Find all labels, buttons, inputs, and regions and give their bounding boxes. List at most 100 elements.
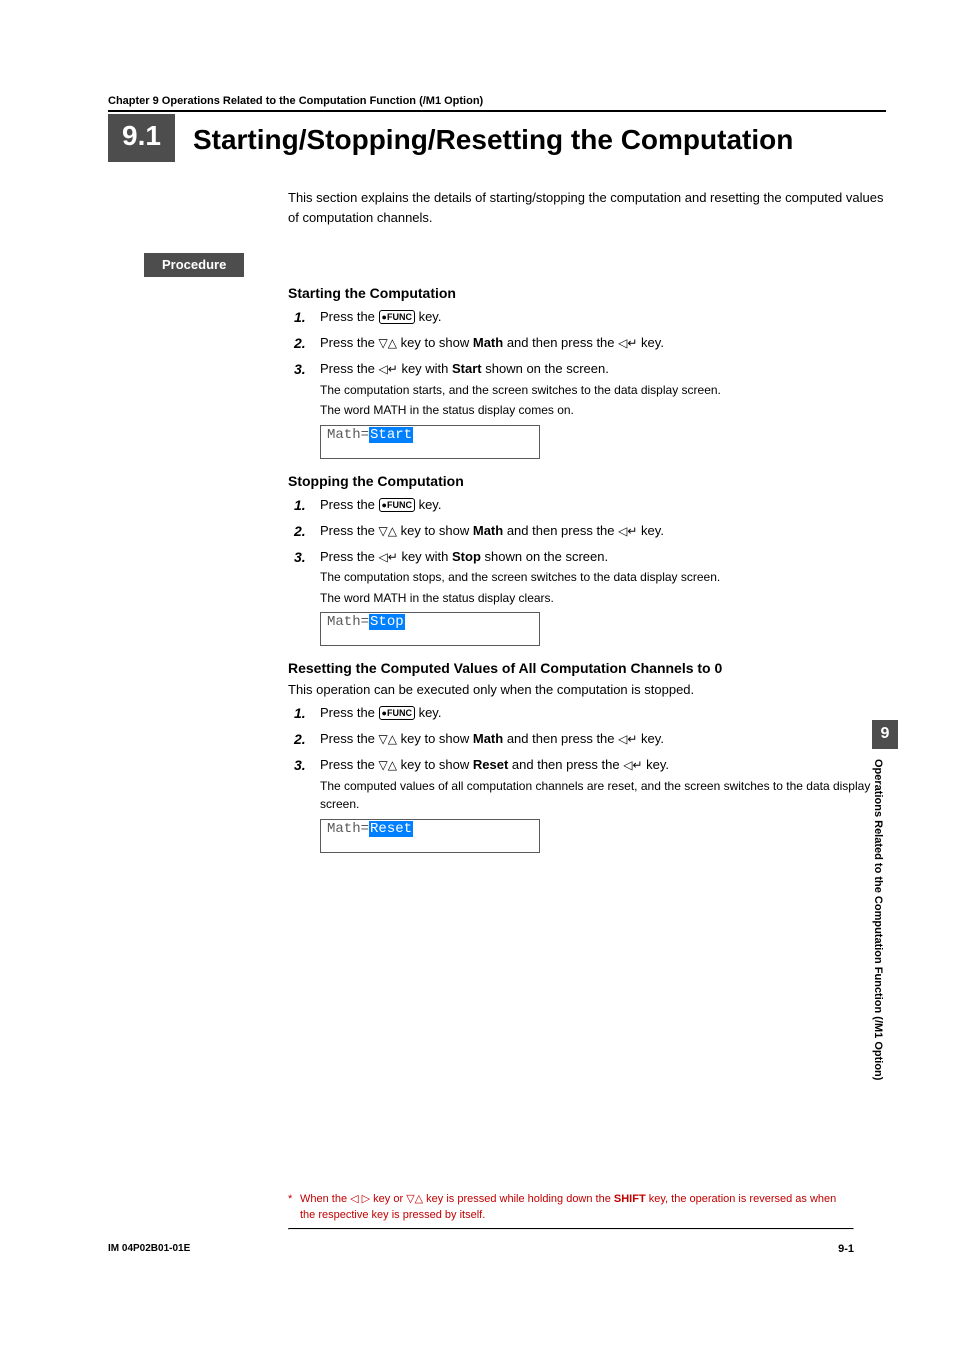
step-number: 3. — [288, 755, 320, 814]
down-up-key-icon: ▽△ — [379, 758, 397, 772]
step-text: and then press the — [503, 335, 618, 350]
list-item: 2. Press the ▽△ key to show Math and the… — [288, 521, 886, 542]
list-item: 1. Press the ●FUNC key. — [288, 703, 886, 724]
stopping-heading: Stopping the Computation — [288, 473, 886, 489]
step-text: key. — [415, 705, 442, 720]
starting-heading: Starting the Computation — [288, 285, 886, 301]
footer-doc-id: IM 04P02B01-01E — [108, 1243, 190, 1255]
step-text: Press the — [320, 497, 379, 512]
procedure-row: Procedure — [108, 253, 886, 277]
step-number: 1. — [288, 703, 320, 724]
footnote-bold: SHIFT — [614, 1193, 646, 1205]
step-text: key with — [398, 361, 452, 376]
procedure-label: Procedure — [144, 253, 244, 277]
enter-key-icon: ◁↵ — [618, 732, 637, 746]
step-bold: Start — [452, 361, 482, 376]
step-text: shown on the screen. — [481, 549, 608, 564]
section-title-row: 9.1 Starting/Stopping/Resetting the Comp… — [108, 114, 886, 162]
step-note: The word MATH in the status display clea… — [320, 589, 886, 608]
step-text: key to show — [397, 731, 473, 746]
step-bold: Math — [473, 523, 503, 538]
display-box-start: Math=Start — [320, 425, 540, 459]
list-item: 1. Press the ●FUNC key. — [288, 307, 886, 328]
down-up-key-icon: ▽△ — [379, 732, 397, 746]
list-item: 3. Press the ◁↵ key with Start shown on … — [288, 359, 886, 420]
list-item: 3. Press the ▽△ key to show Reset and th… — [288, 755, 886, 814]
step-text: Press the — [320, 309, 379, 324]
display-prefix: Math= — [327, 614, 369, 630]
side-tab-number: 9 — [872, 720, 898, 749]
display-value: Reset — [369, 821, 413, 837]
stopping-steps: 1. Press the ●FUNC key. 2. Press the ▽△ … — [288, 495, 886, 608]
step-text: Press the — [320, 757, 379, 772]
step-note: The computation starts, and the screen s… — [320, 381, 886, 400]
step-text: key. — [637, 335, 664, 350]
list-item: 3. Press the ◁↵ key with Stop shown on t… — [288, 547, 886, 608]
enter-key-icon: ◁↵ — [379, 362, 398, 376]
left-right-key-icon: ◁ ▷ — [350, 1193, 370, 1205]
chapter-header: Chapter 9 Operations Related to the Comp… — [108, 95, 886, 112]
footnote-asterisk: * — [288, 1192, 300, 1223]
resetting-steps: 1. Press the ●FUNC key. 2. Press the ▽△ … — [288, 703, 886, 814]
step-note: The word MATH in the status display come… — [320, 401, 886, 420]
list-item: 2. Press the ▽△ key to show Math and the… — [288, 333, 886, 354]
step-text: key. — [643, 757, 670, 772]
step-note: The computation stops, and the screen sw… — [320, 568, 886, 587]
display-box-reset: Math=Reset — [320, 819, 540, 853]
step-text: and then press the — [508, 757, 623, 772]
side-tab: 9 Operations Related to the Computation … — [872, 720, 898, 1169]
display-prefix: Math= — [327, 821, 369, 837]
step-number: 3. — [288, 547, 320, 608]
step-text: Press the — [320, 549, 379, 564]
footnote: * When the ◁ ▷ key or ▽△ key is pressed … — [288, 1192, 854, 1228]
intro-paragraph: This section explains the details of sta… — [288, 188, 886, 227]
footnote-text: When the — [300, 1193, 350, 1205]
enter-key-icon: ◁↵ — [618, 336, 637, 350]
func-key-icon: ●FUNC — [379, 310, 415, 324]
step-text: shown on the screen. — [482, 361, 609, 376]
step-text: and then press the — [503, 523, 618, 538]
down-up-key-icon: ▽△ — [379, 524, 397, 538]
step-text: key with — [398, 549, 452, 564]
resetting-heading: Resetting the Computed Values of All Com… — [288, 660, 886, 676]
step-number: 3. — [288, 359, 320, 420]
step-text: Press the — [320, 731, 379, 746]
enter-key-icon: ◁↵ — [618, 524, 637, 538]
down-up-key-icon: ▽△ — [379, 336, 397, 350]
resetting-note: This operation can be executed only when… — [288, 682, 886, 697]
step-text: and then press the — [503, 731, 618, 746]
step-bold: Math — [473, 731, 503, 746]
step-note: The computed values of all computation c… — [320, 777, 886, 814]
step-bold: Reset — [473, 757, 508, 772]
step-text: key. — [415, 497, 442, 512]
step-bold: Stop — [452, 549, 481, 564]
step-number: 1. — [288, 495, 320, 516]
step-number: 2. — [288, 521, 320, 542]
step-text: key. — [415, 309, 442, 324]
step-text: Press the — [320, 523, 379, 538]
step-bold: Math — [473, 335, 503, 350]
step-text: Press the — [320, 335, 379, 350]
step-text: key to show — [397, 757, 473, 772]
step-number: 2. — [288, 333, 320, 354]
step-text: key to show — [397, 523, 473, 538]
side-tab-text: Operations Related to the Computation Fu… — [872, 749, 890, 1169]
enter-key-icon: ◁↵ — [379, 550, 398, 564]
step-text: key. — [637, 523, 664, 538]
func-key-icon: ●FUNC — [379, 706, 415, 720]
step-number: 1. — [288, 307, 320, 328]
page-footer: IM 04P02B01-01E 9-1 — [108, 1243, 854, 1255]
footnote-rule — [288, 1228, 854, 1230]
footnote-text: key or — [370, 1193, 406, 1205]
step-text: key to show — [397, 335, 473, 350]
step-text: Press the — [320, 705, 379, 720]
section-number: 9.1 — [108, 114, 175, 162]
down-up-key-icon: ▽△ — [406, 1193, 423, 1205]
section-title: Starting/Stopping/Resetting the Computat… — [193, 114, 793, 162]
func-key-icon: ●FUNC — [379, 498, 415, 512]
display-prefix: Math= — [327, 427, 369, 443]
display-value: Stop — [369, 614, 405, 630]
step-text: Press the — [320, 361, 379, 376]
step-text: key. — [637, 731, 664, 746]
display-value: Start — [369, 427, 413, 443]
